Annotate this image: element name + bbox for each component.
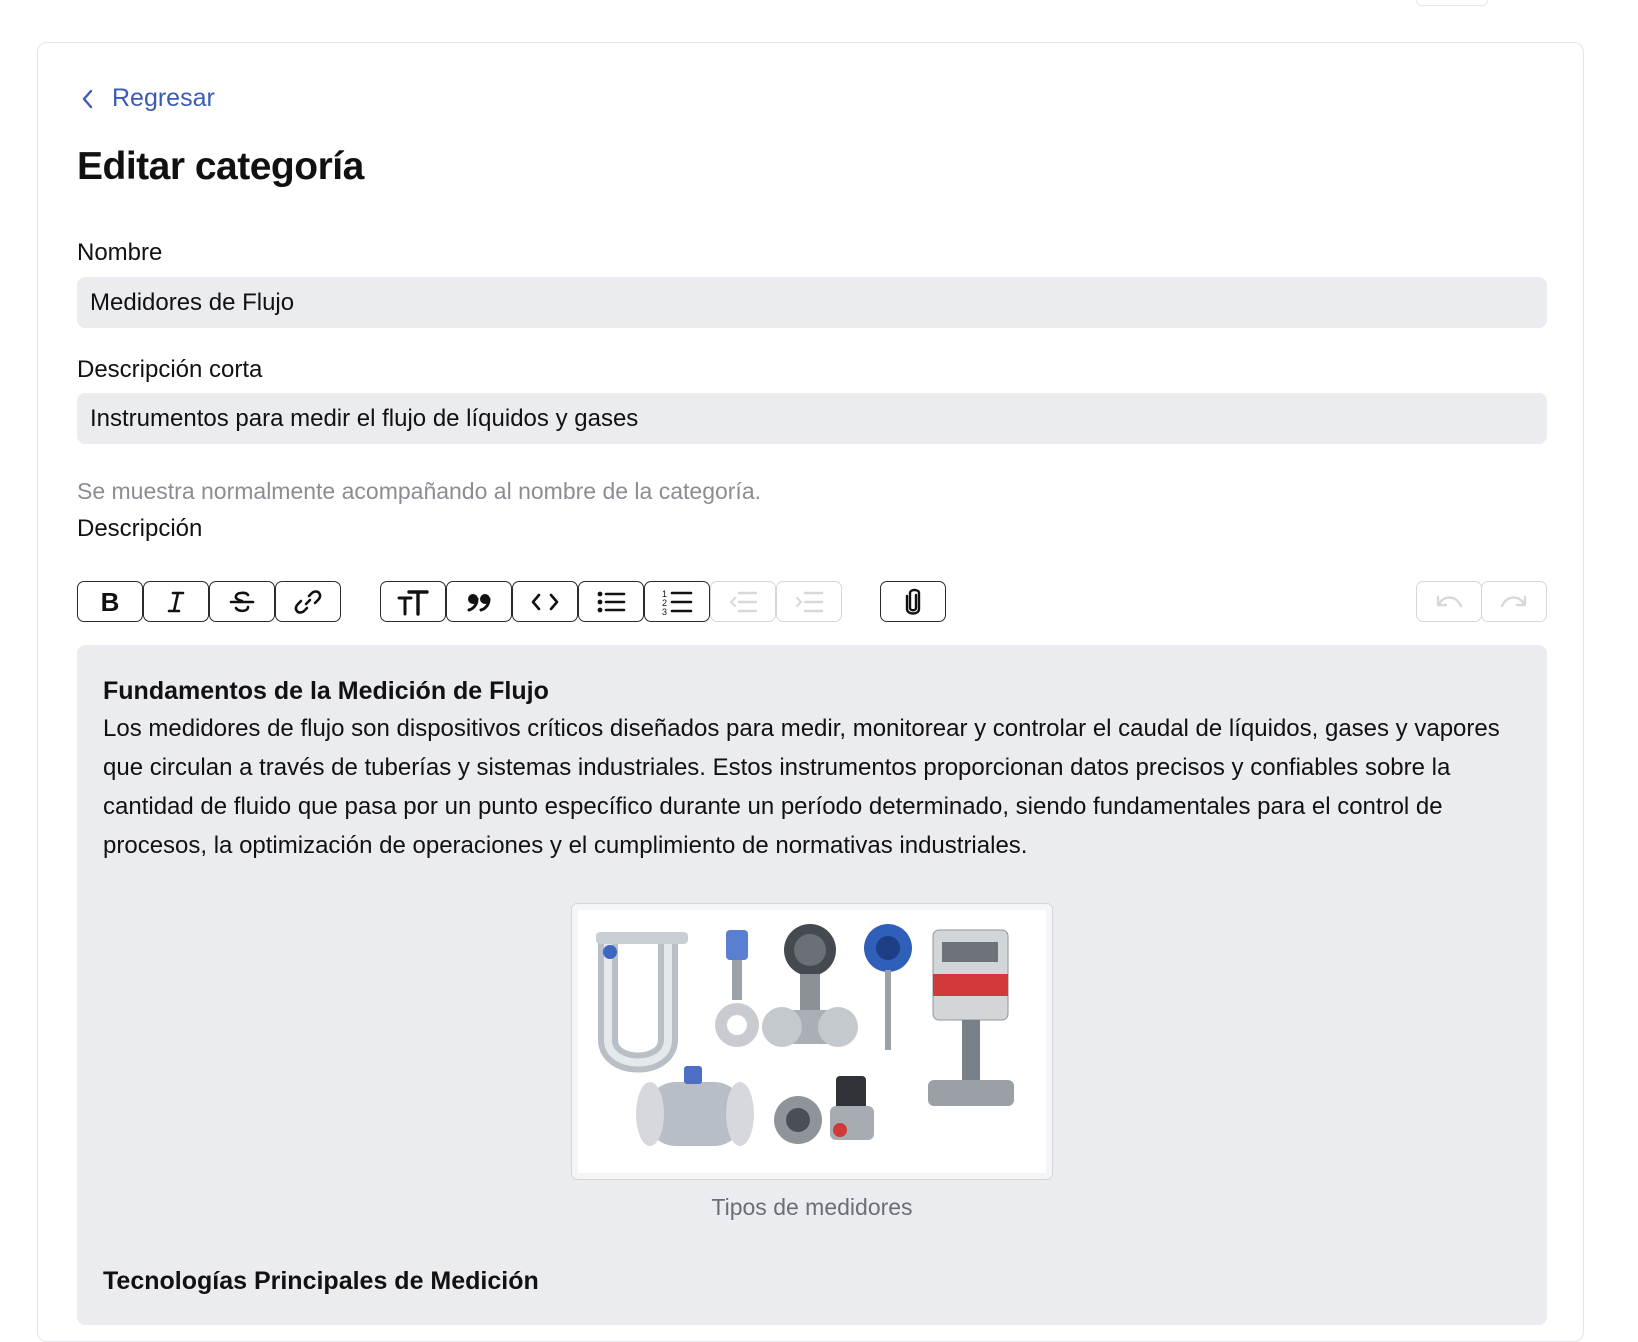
svg-text:3: 3 (662, 607, 667, 616)
outdent-icon (729, 591, 758, 612)
editor-heading-2: Tecnologías Principales de Medición (103, 1267, 539, 1295)
redo-icon (1500, 595, 1527, 607)
editor-figure[interactable]: Tipos de medidores (571, 903, 1053, 1221)
short-description-label: Descripción corta (77, 356, 263, 383)
outdent-button[interactable] (710, 581, 776, 622)
name-input[interactable] (77, 277, 1547, 328)
attach-file-button[interactable] (880, 581, 946, 622)
undo-icon (1436, 595, 1463, 607)
numbered-list-button[interactable]: 1 2 3 (644, 581, 710, 622)
figure-caption: Tipos de medidores (711, 1194, 913, 1220)
heading-button[interactable] (380, 581, 446, 622)
code-icon (531, 593, 559, 610)
description-label: Descripción (77, 515, 203, 542)
link-button[interactable] (275, 581, 341, 622)
back-link-label[interactable]: Regresar (112, 84, 215, 113)
page-title: Editar categoría (77, 145, 364, 188)
svg-text:B: B (101, 589, 120, 615)
undo-button[interactable] (1416, 581, 1482, 622)
name-label: Nombre (77, 239, 163, 266)
short-description-input[interactable] (77, 393, 1547, 444)
strikethrough-icon (229, 591, 255, 612)
chevron-left-icon (82, 89, 93, 108)
short-description-hint: Se muestra normalmente acompañando al no… (77, 478, 762, 504)
italic-icon (167, 591, 185, 612)
indent-icon (796, 591, 824, 612)
back-link[interactable]: Regresar (80, 84, 215, 113)
bullet-list-button[interactable] (578, 581, 644, 622)
bold-icon: B (101, 589, 120, 615)
editor-heading: Fundamentos de la Medición de Flujo (103, 677, 549, 705)
quote-button[interactable] (446, 581, 512, 622)
strikethrough-button[interactable] (209, 581, 275, 622)
attach-icon (905, 588, 921, 615)
bold-button[interactable]: B (77, 581, 143, 622)
link-icon (294, 589, 322, 614)
numbered-list-icon: 1 2 3 (662, 589, 693, 616)
bullet-list-icon (597, 591, 626, 612)
redo-button[interactable] (1481, 581, 1547, 622)
figure-frame (571, 903, 1053, 1180)
flow-meters-image (578, 910, 1046, 1173)
editor-paragraph: Los medidores de flujo son dispositivos … (103, 715, 1500, 859)
editor-toolbar: B 1 2 3 (77, 581, 1547, 622)
top-edge-control (1416, 0, 1488, 6)
indent-button[interactable] (776, 581, 842, 622)
quote-icon (467, 593, 491, 611)
description-editor[interactable]: Fundamentos de la Medición de Flujo Los … (77, 645, 1547, 1325)
heading-icon (397, 589, 429, 616)
italic-button[interactable] (143, 581, 209, 622)
code-button[interactable] (512, 581, 578, 622)
